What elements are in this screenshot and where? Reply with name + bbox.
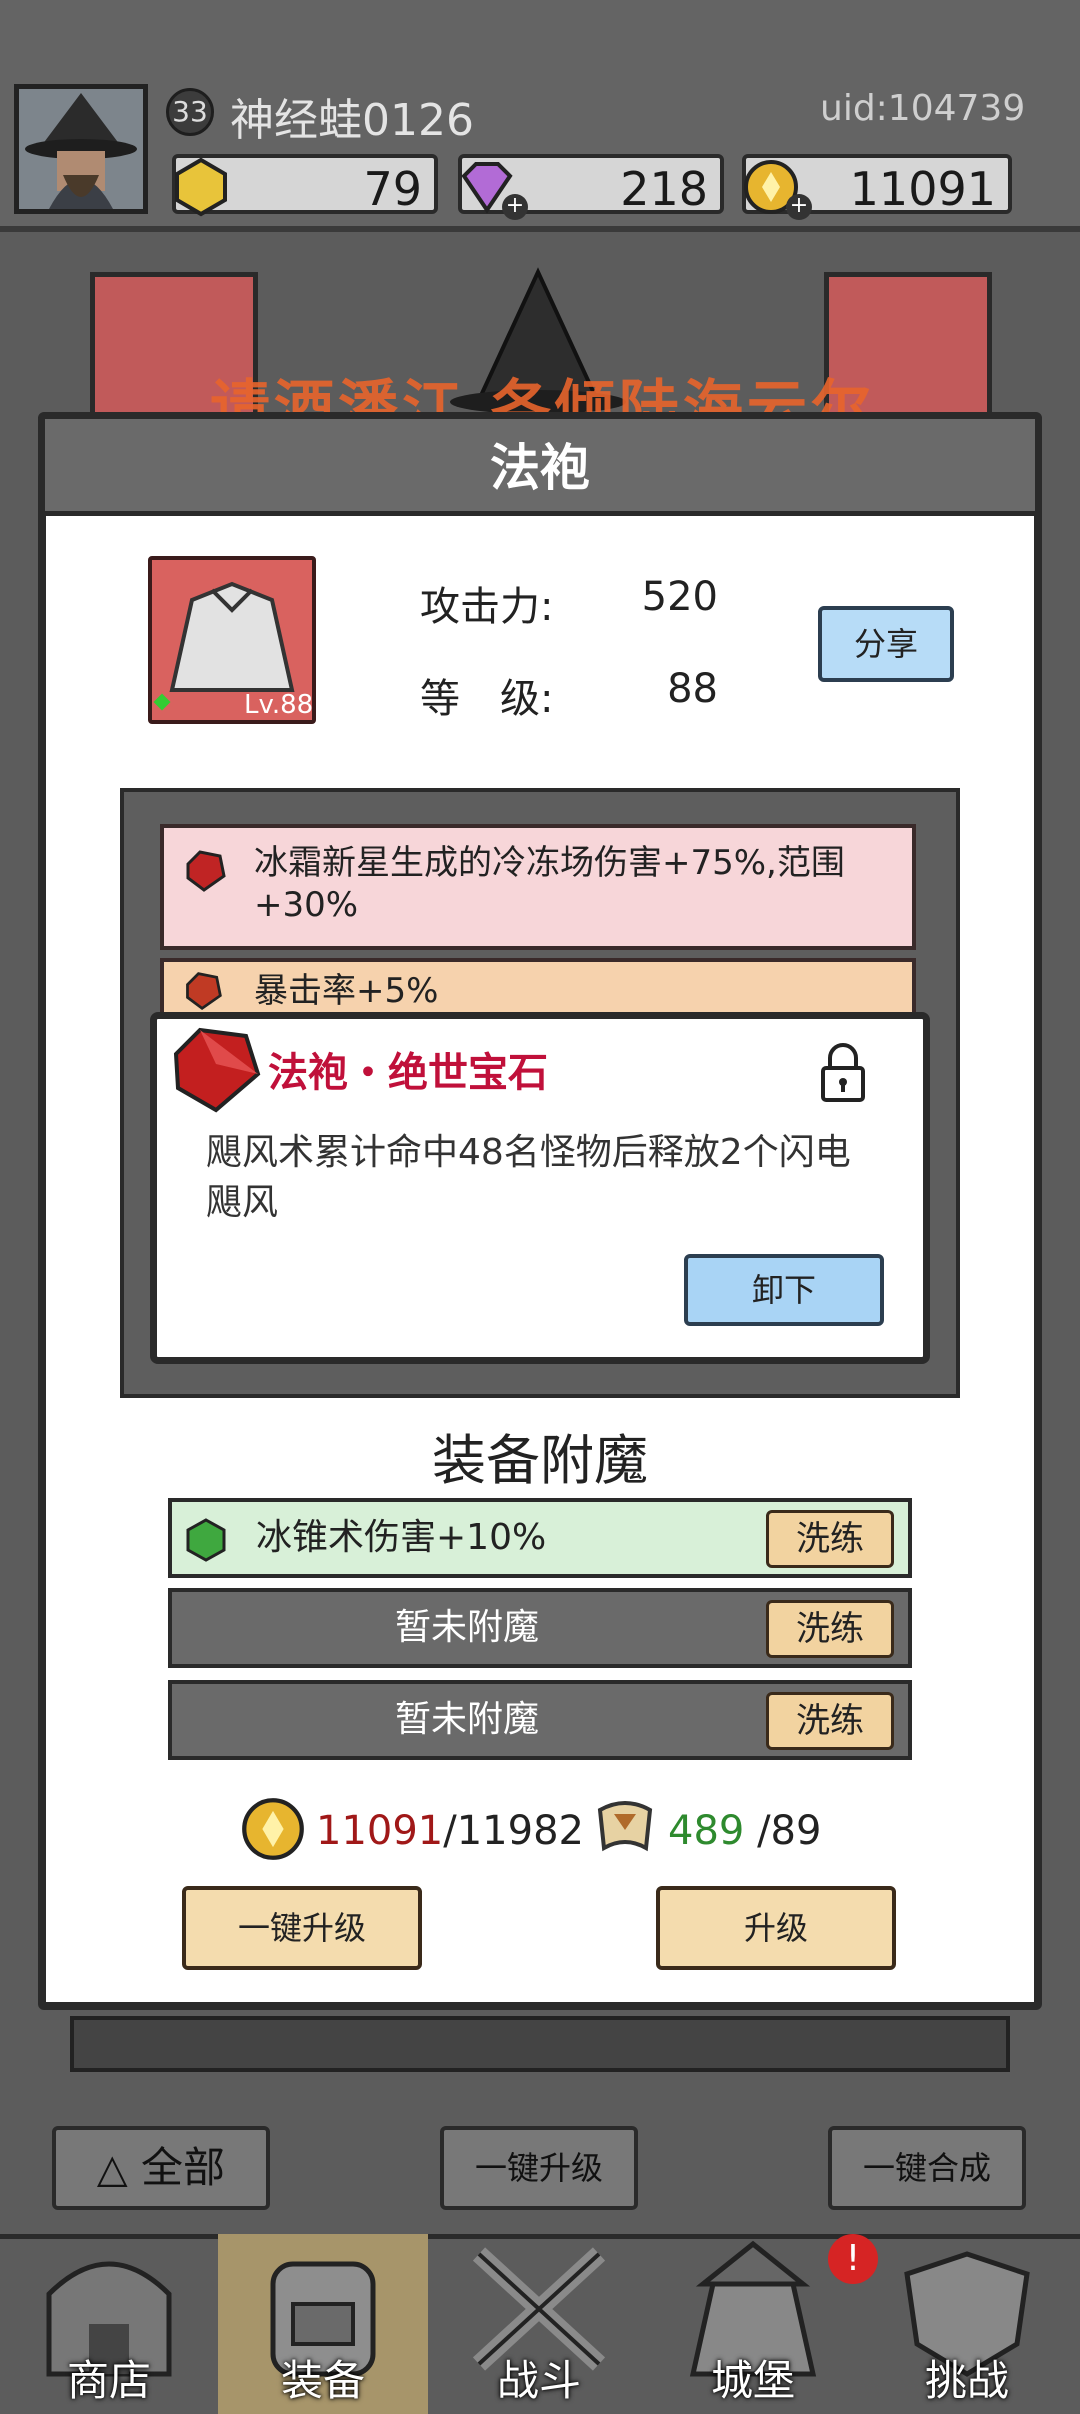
unequip-button[interactable]: 卸下 <box>684 1254 884 1326</box>
level-value: 88 <box>667 666 718 712</box>
player-level-badge: 33 <box>166 88 214 136</box>
coin-icon <box>242 1798 304 1860</box>
gold-owned: 11091 <box>316 1808 444 1854</box>
enchant-text: 暂未附魔 <box>394 1607 539 1648</box>
red-gem-icon <box>186 972 222 1011</box>
lock-icon[interactable] <box>818 1040 868 1104</box>
player-avatar[interactable] <box>14 84 148 214</box>
gem-resource[interactable]: + 218 <box>458 154 724 220</box>
red-gem-icon <box>186 850 226 892</box>
level-label: 等 级: <box>420 676 554 722</box>
gem-effect-text: 冰霜新星生成的冷冻场伤害+75%,范围+30% <box>254 843 845 925</box>
gem-description: 飓风术累计命中48名怪物后释放2个闪电飓风 <box>206 1132 851 1223</box>
nav-castle[interactable]: 城堡 ! <box>648 2234 878 2414</box>
scroll-icon <box>597 1801 653 1852</box>
filter-all-label: 全部 <box>141 2143 226 2192</box>
nav-challenge[interactable]: 挑战 <box>862 2234 1072 2414</box>
scroll-owned: 489 <box>668 1808 745 1854</box>
gold-resource: 79 <box>172 154 438 217</box>
enchant-title: 装备附魔 <box>432 1429 648 1492</box>
add-coin-icon[interactable]: + <box>786 194 812 220</box>
share-button[interactable]: 分享 <box>818 606 954 682</box>
filter-all-button[interactable]: △ 全部 <box>52 2126 270 2210</box>
nav-shop[interactable]: 商店 <box>4 2234 214 2414</box>
gold-required: /11982 <box>443 1808 584 1854</box>
player-name: 神经蛙0126 <box>230 95 474 146</box>
enchant-row: 暂未附魔 洗练 <box>168 1680 912 1760</box>
refine-button[interactable]: 洗练 <box>766 1510 894 1568</box>
gem-row: 冰霜新星生成的冷冻场伤害+75%,范围+30% <box>160 824 916 950</box>
green-gem-icon <box>186 1518 226 1562</box>
inventory-strip <box>70 2016 1010 2072</box>
dialog-title: 法袍 <box>490 439 590 497</box>
legendary-gem-icon <box>173 1027 261 1113</box>
gem-row: 暴击率+5% <box>160 958 916 1018</box>
enchant-text: 冰锥术伤害+10% <box>256 1517 547 1558</box>
merge-all-button[interactable]: 一键合成 <box>828 2126 1026 2210</box>
add-gem-icon[interactable]: + <box>502 194 528 220</box>
enchant-row: 暂未附魔 洗练 <box>168 1588 912 1668</box>
enchant-row: 冰锥术伤害+10% 洗练 <box>168 1498 912 1578</box>
upgrade-all-button[interactable]: 一键升级 <box>440 2126 638 2210</box>
gem-name: 法袍・绝世宝石 <box>268 1050 548 1096</box>
enchant-text: 暂未附魔 <box>394 1699 539 1740</box>
scroll-required: /89 <box>744 1808 822 1854</box>
scroll-cost: 489 /89 <box>668 1808 821 1854</box>
one-key-upgrade-button[interactable]: 一键升级 <box>182 1886 422 1970</box>
refine-button[interactable]: 洗练 <box>766 1600 894 1658</box>
nav-equipment[interactable]: 装备 <box>218 2234 428 2414</box>
gem-effect-text: 暴击率+5% <box>254 971 439 1011</box>
player-uid: uid:104739 <box>820 88 1026 129</box>
triangle-icon: △ <box>96 2146 128 2192</box>
gold-coin-icon <box>175 157 227 217</box>
nav-battle[interactable]: 战斗 <box>434 2234 644 2414</box>
attack-value: 520 <box>641 574 718 620</box>
item-level: Lv.88 <box>244 690 314 720</box>
refine-button[interactable]: 洗练 <box>766 1692 894 1750</box>
attack-label: 攻击力: <box>420 584 554 630</box>
upgrade-button[interactable]: 升级 <box>656 1886 896 1970</box>
coin-resource[interactable]: + 11091 <box>742 154 1012 220</box>
gold-cost: 11091/11982 <box>316 1808 584 1854</box>
